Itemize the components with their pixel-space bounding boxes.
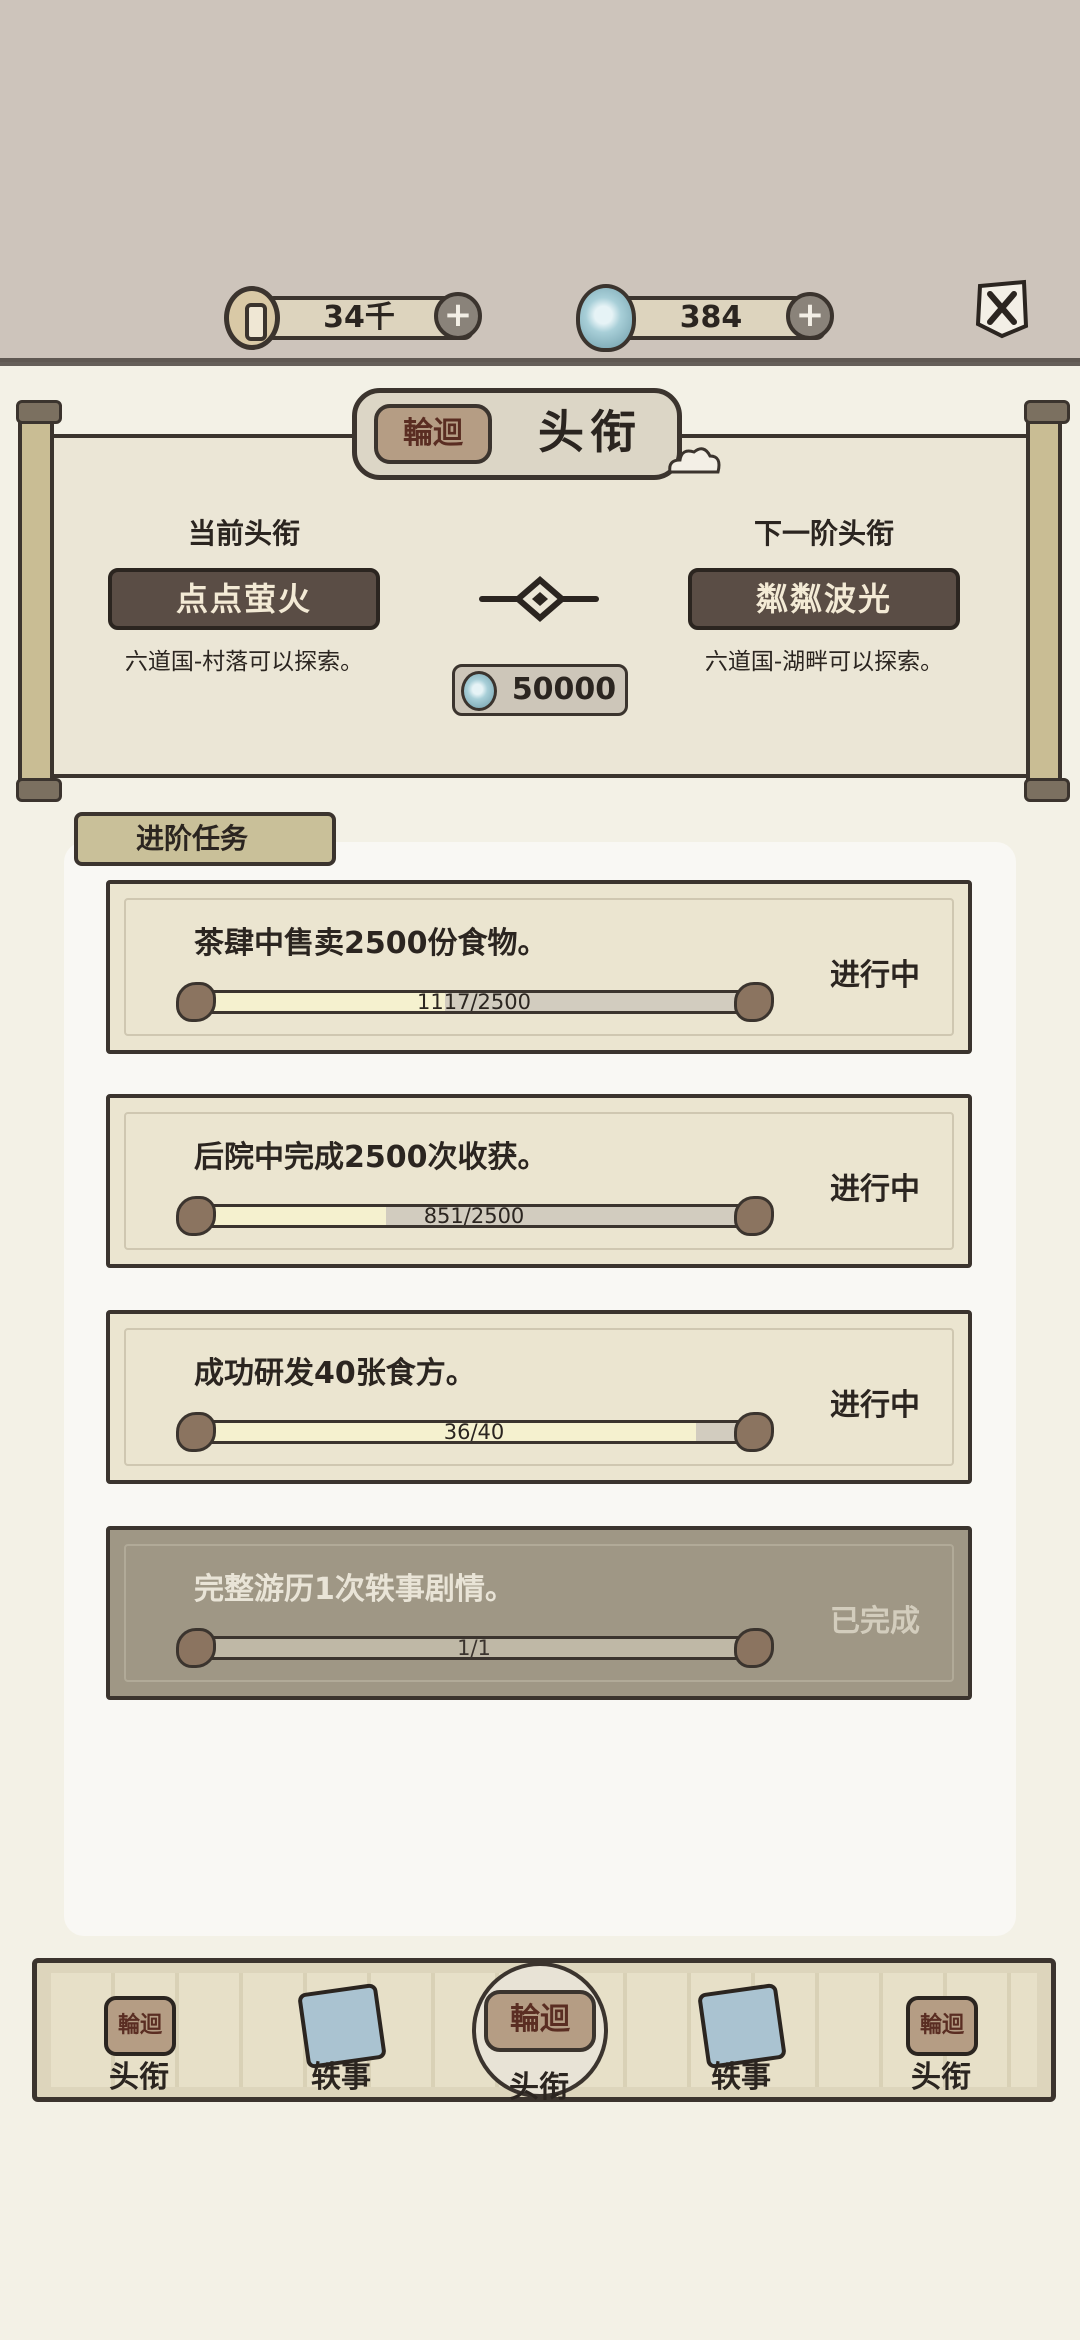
close-icon bbox=[975, 279, 1029, 339]
task-title: 后院中完成2500次收获。 bbox=[194, 1140, 548, 1175]
gem-icon bbox=[576, 284, 636, 352]
next-rank-badge: 粼粼波光 bbox=[688, 568, 960, 630]
gem-amount: 384 bbox=[679, 300, 743, 335]
title-seal-icon: 輪迴 bbox=[374, 404, 492, 464]
nav-item-anecdote[interactable]: 轶事 bbox=[666, 1982, 816, 2100]
nav-item-title[interactable]: 輪迴 头衔 bbox=[64, 1990, 214, 2100]
task-status: 进行中 bbox=[830, 958, 920, 993]
page-title: 头衔 bbox=[538, 405, 642, 459]
task-card: 成功研发40张食方。 进行中 36/40 bbox=[106, 1310, 972, 1484]
scroll-roller-right bbox=[1024, 400, 1070, 802]
nav-item-title-active[interactable]: 輪迴 头衔 bbox=[464, 1962, 614, 2112]
nav-item-label: 轶事 bbox=[311, 2060, 371, 2095]
next-rank-label: 下一阶头衔 bbox=[753, 517, 894, 550]
upgrade-cost[interactable]: 50000 bbox=[452, 664, 628, 716]
task-progress-text: 1117/2500 bbox=[417, 990, 531, 1014]
seal-icon: 輪迴 bbox=[484, 1990, 596, 2052]
top-divider bbox=[0, 358, 1080, 366]
coin-amount: 34千 bbox=[323, 300, 395, 335]
task-card: 后院中完成2500次收获。 进行中 851/2500 bbox=[106, 1094, 972, 1268]
task-title: 成功研发40张食方。 bbox=[194, 1356, 476, 1391]
coin-icon bbox=[224, 286, 280, 350]
seal-icon: 輪迴 bbox=[906, 1996, 978, 2056]
task-status: 进行中 bbox=[830, 1172, 920, 1207]
task-status: 进行中 bbox=[830, 1388, 920, 1423]
current-rank-badge: 点点萤火 bbox=[108, 568, 380, 630]
add-coins-button[interactable]: + bbox=[434, 292, 482, 340]
nav-item-label: 轶事 bbox=[711, 2060, 771, 2095]
next-rank-description: 六道国-湖畔可以探索。 bbox=[704, 649, 944, 675]
gem-icon bbox=[461, 671, 497, 711]
task-progress-text: 36/40 bbox=[443, 1420, 505, 1444]
close-button[interactable] bbox=[972, 276, 1032, 340]
scroll-roller-left bbox=[16, 400, 62, 802]
arrow-right-icon bbox=[479, 576, 599, 622]
current-rank-description: 六道国-村落可以探索。 bbox=[124, 649, 364, 675]
nav-item-label: 头衔 bbox=[911, 2060, 971, 2095]
nav-item-anecdote[interactable]: 轶事 bbox=[266, 1982, 416, 2100]
task-card: 茶肆中售卖2500份食物。 进行中 1117/2500 bbox=[106, 880, 972, 1054]
upgrade-cost-value: 50000 bbox=[511, 672, 617, 707]
task-title: 茶肆中售卖2500份食物。 bbox=[194, 926, 548, 961]
top-banner bbox=[0, 0, 1080, 362]
nav-item-title[interactable]: 輪迴 头衔 bbox=[866, 1990, 1016, 2100]
task-progress-text: 1/1 bbox=[457, 1636, 491, 1660]
nav-item-label: 头衔 bbox=[109, 2060, 169, 2095]
seal-icon: 輪迴 bbox=[104, 1996, 176, 2056]
tasks-section-label: 进阶任务 bbox=[74, 812, 336, 866]
task-status: 已完成 bbox=[830, 1604, 920, 1639]
current-rank-label: 当前头衔 bbox=[187, 517, 300, 550]
cloud-icon bbox=[668, 447, 721, 474]
coin-resource: 34千 + bbox=[224, 286, 484, 350]
task-title: 完整游历1次轶事剧情。 bbox=[194, 1572, 515, 1607]
nav-item-label: 头衔 bbox=[509, 2070, 569, 2105]
task-progress-text: 851/2500 bbox=[423, 1204, 525, 1228]
task-card-completed: 完整游历1次轶事剧情。 已完成 1/1 bbox=[106, 1526, 972, 1700]
gem-resource: 384 + bbox=[576, 284, 838, 352]
add-gems-button[interactable]: + bbox=[786, 292, 834, 340]
